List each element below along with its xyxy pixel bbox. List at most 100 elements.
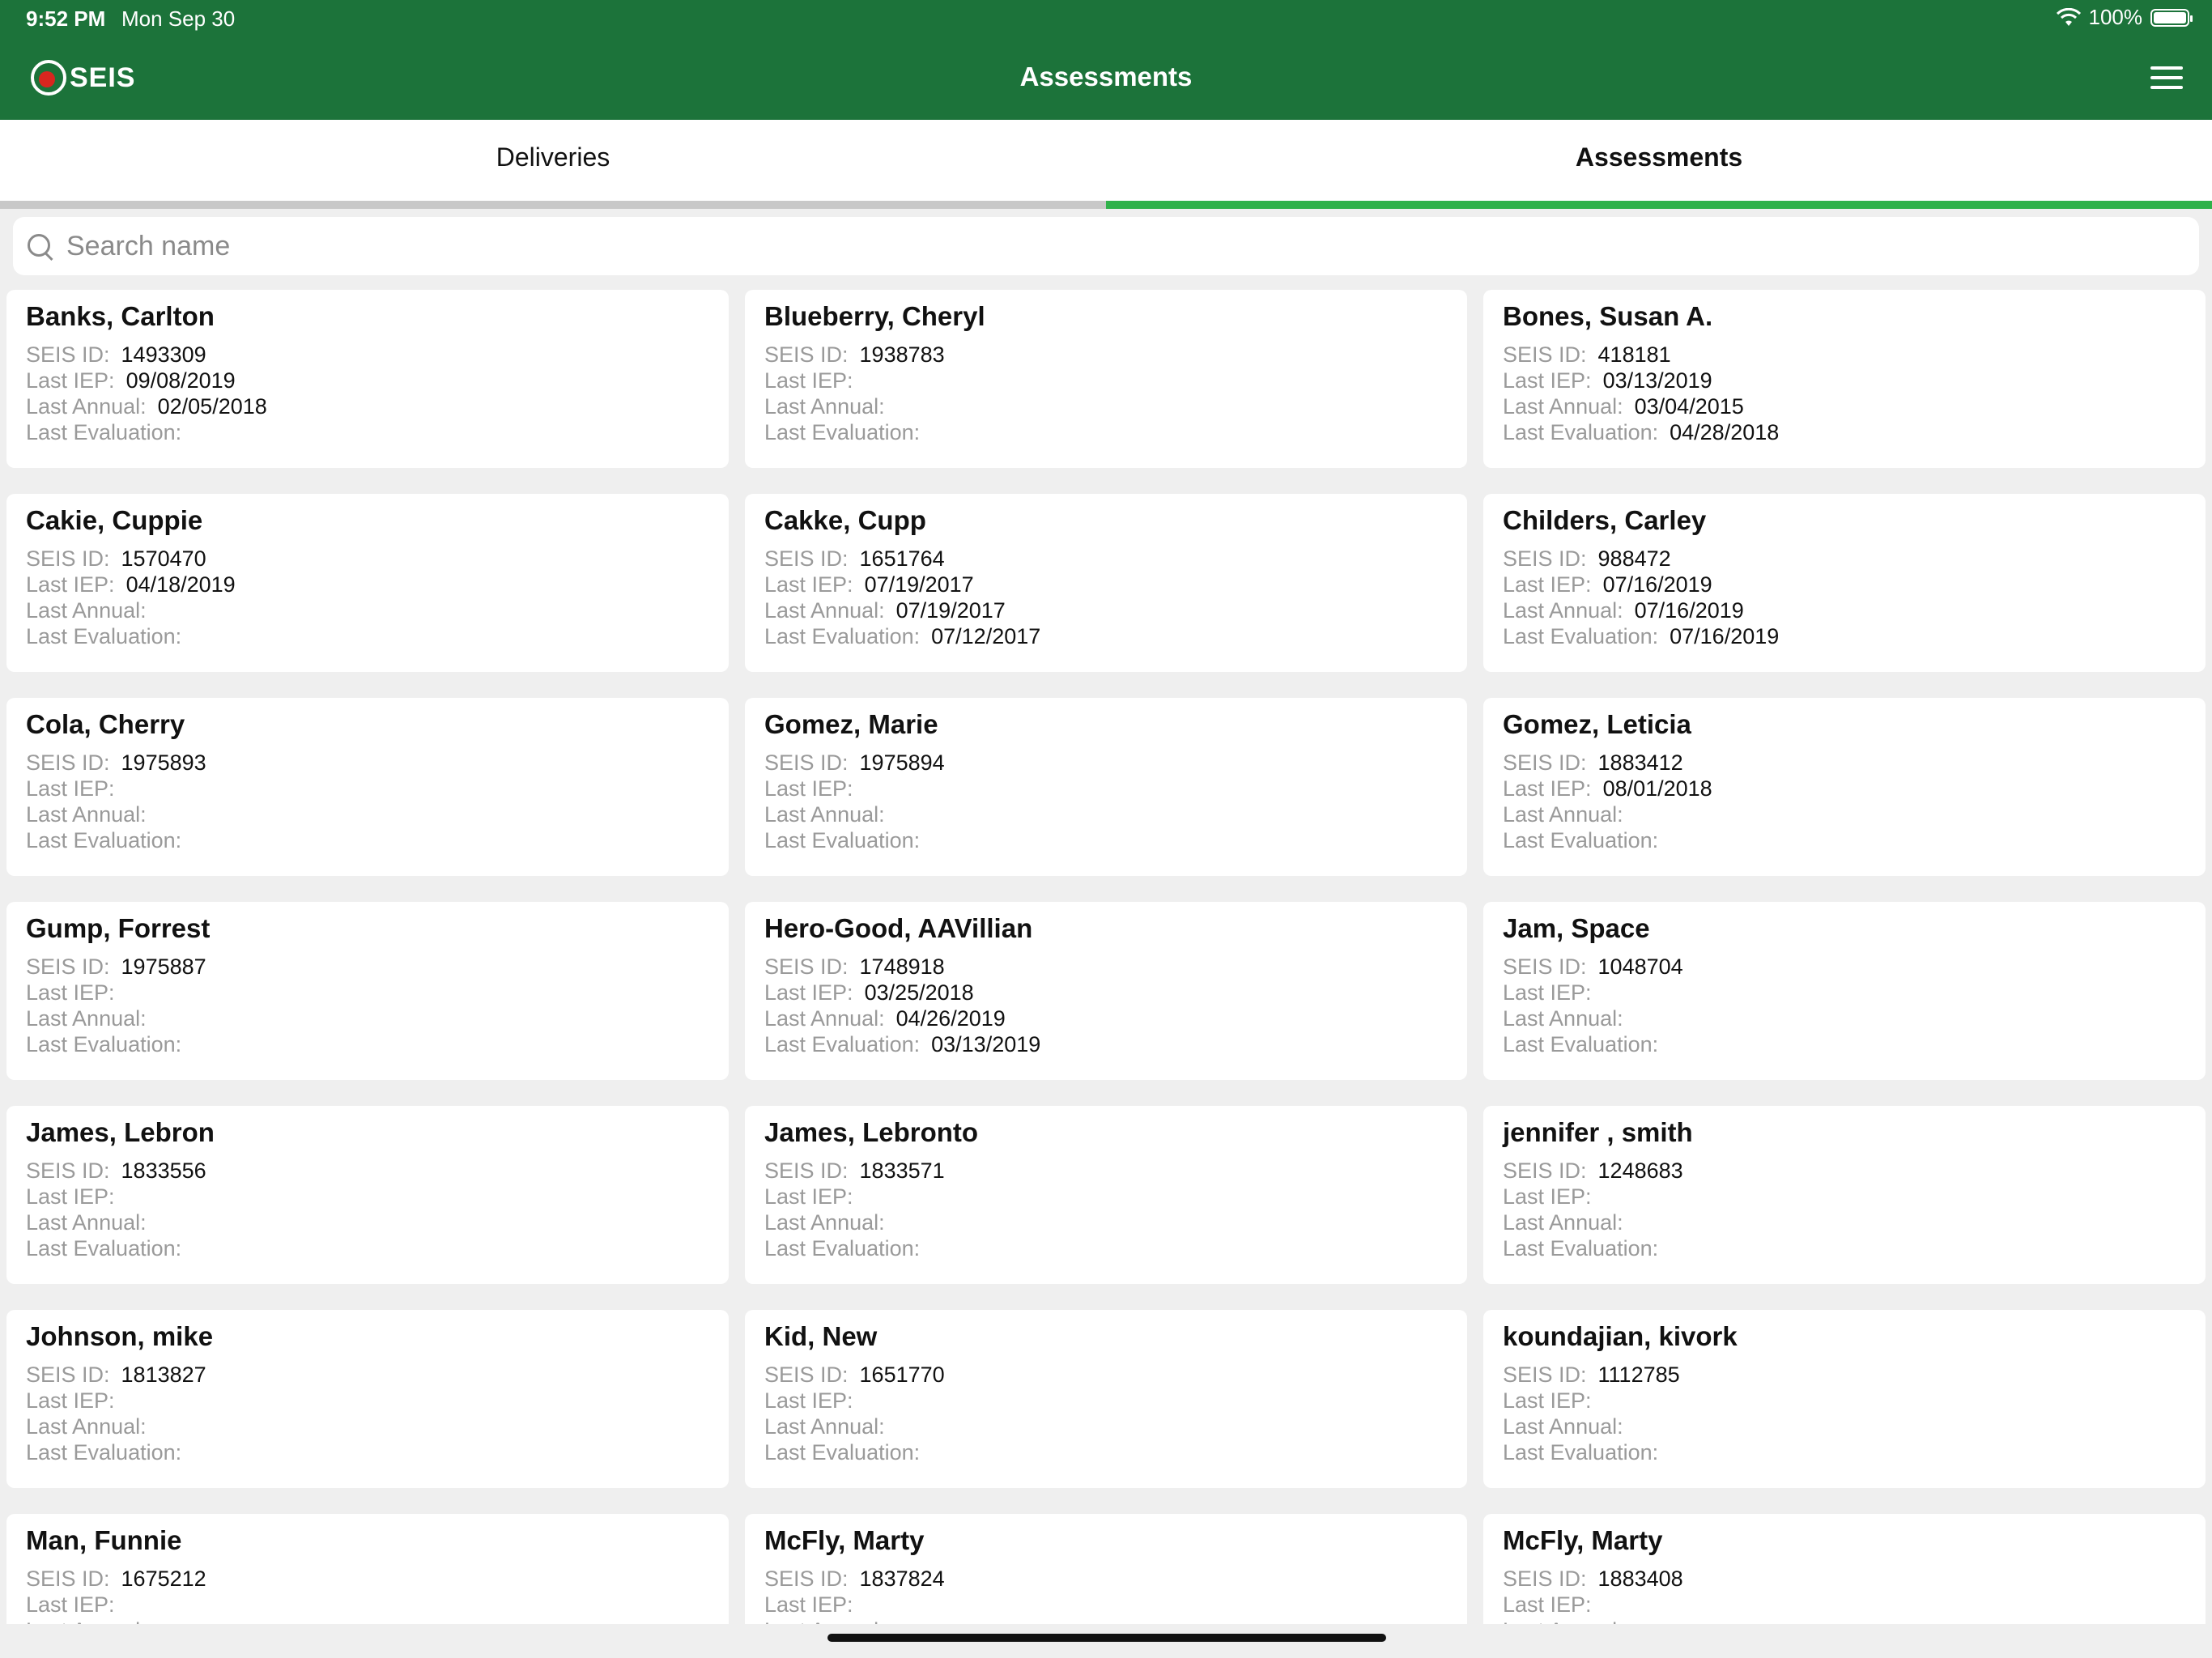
field-label: Last Annual:	[1503, 1618, 1623, 1624]
student-last-iep-row: Last IEP:	[764, 776, 1448, 801]
student-card[interactable]: Childers, Carley SEIS ID: 988472 Last IEP: 0…	[1483, 494, 2206, 672]
student-last-iep-row: Last IEP:	[1503, 1592, 2186, 1618]
student-card[interactable]: Gump, Forrest SEIS ID: 1975887 Last IEP: Las…	[6, 902, 729, 1080]
student-card[interactable]: Banks, Carlton SEIS ID: 1493309 Last IEP: 09…	[6, 290, 729, 468]
home-indicator[interactable]	[827, 1634, 1386, 1642]
student-card[interactable]: Bones, Susan A. SEIS ID: 418181 Last IEP: 03…	[1483, 290, 2206, 468]
field-label: Last Annual:	[1503, 1006, 1623, 1031]
status-time: 9:52 PM	[26, 6, 106, 31]
student-last-annual-row: Last Annual:	[1503, 1209, 2186, 1235]
student-card[interactable]: McFly, Marty SEIS ID: 1883408Last IEP:Last…	[1483, 1514, 2206, 1624]
field-label: SEIS ID:	[764, 750, 849, 775]
field-label: Last IEP:	[26, 1388, 115, 1413]
student-last-annual-row: Last Annual: 07/16/2019	[1503, 597, 2186, 623]
field-label: Last Evaluation:	[1503, 1032, 1659, 1056]
hamburger-menu-icon[interactable]	[2150, 66, 2183, 89]
field-label: SEIS ID:	[1503, 750, 1587, 775]
tab-assessments[interactable]: Assessments	[1106, 120, 2212, 209]
student-last-annual-row: Last Annual:	[26, 1209, 709, 1235]
student-seis-id-row: SEIS ID: 1248683	[1503, 1158, 2186, 1184]
field-value: 1112785	[1597, 1363, 1680, 1387]
student-name: Bones, Susan A.	[1503, 301, 1713, 331]
student-last-iep-row: Last IEP: 07/16/2019	[1503, 572, 2186, 597]
field-label: SEIS ID:	[1503, 1363, 1587, 1387]
student-name: Childers, Carley	[1503, 505, 1707, 535]
student-last-iep-row: Last IEP:	[1503, 980, 2186, 1005]
student-last-eval-row: Last Evaluation:	[1503, 1031, 2186, 1057]
student-seis-id-row: SEIS ID: 1975887	[26, 954, 709, 980]
field-value: 07/16/2019	[1602, 572, 1712, 597]
tab-deliveries[interactable]: Deliveries	[0, 120, 1106, 209]
student-card[interactable]: James, Lebron SEIS ID: 1833556 Last IEP: Las…	[6, 1106, 729, 1284]
student-card[interactable]: McFly, Marty SEIS ID: 1837824Last IEP:Last…	[745, 1514, 1467, 1624]
search-bar	[13, 217, 2199, 275]
field-value: 03/25/2018	[864, 980, 974, 1005]
student-name: Banks, Carlton	[26, 301, 215, 331]
field-label: Last Annual:	[1503, 1210, 1623, 1235]
student-name: Jam, Space	[1503, 913, 1650, 943]
student-last-eval-row: Last Evaluation:	[1503, 827, 2186, 853]
student-last-iep-row: Last IEP:	[26, 980, 709, 1005]
student-last-eval-row: Last Evaluation:	[1503, 1439, 2186, 1465]
field-label: SEIS ID:	[26, 750, 110, 775]
student-last-iep-row: Last IEP:	[1503, 1388, 2186, 1414]
field-value: 07/19/2017	[895, 598, 1006, 623]
search-input[interactable]	[66, 230, 2091, 262]
field-label: Last Evaluation:	[26, 1236, 182, 1261]
student-seis-id-row: SEIS ID: 1675212	[26, 1566, 709, 1592]
student-card[interactable]: Hero-Good, AAVillian SEIS ID: 1748918 Last …	[745, 902, 1467, 1080]
student-card[interactable]: Johnson, mike SEIS ID: 1813827 Last IEP: Las…	[6, 1310, 729, 1488]
student-card[interactable]: Kid, New SEIS ID: 1651770 Last IEP: Last Ann…	[745, 1310, 1467, 1488]
field-label: SEIS ID:	[764, 342, 849, 367]
student-seis-id-row: SEIS ID: 1938783	[764, 342, 1448, 368]
field-value: 1675212	[121, 1567, 206, 1591]
field-value: 1883412	[1597, 750, 1683, 775]
student-card[interactable]: koundajian, kivork SEIS ID: 1112785 Last IE…	[1483, 1310, 2206, 1488]
student-seis-id-row: SEIS ID: 1883412	[1503, 750, 2186, 776]
battery-percent: 100%	[2088, 5, 2143, 29]
student-last-iep-row: Last IEP: 04/18/2019	[26, 572, 709, 597]
field-label: Last Annual:	[26, 802, 147, 827]
student-last-annual-row: Last Annual:	[1503, 801, 2186, 827]
student-seis-id-row: SEIS ID: 1651764	[764, 546, 1448, 572]
student-card[interactable]: jennifer , smith SEIS ID: 1248683 Last IEP:…	[1483, 1106, 2206, 1284]
student-last-annual-row: Last Annual:	[764, 1414, 1448, 1439]
student-last-annual-row: Last Annual:	[1503, 1414, 2186, 1439]
field-value: 1748918	[859, 954, 945, 979]
student-card[interactable]: Gomez, Leticia SEIS ID: 1883412 Last IEP: 08…	[1483, 698, 2206, 876]
student-last-annual-row: Last Annual:	[26, 801, 709, 827]
student-seis-id-row: SEIS ID: 1651770	[764, 1362, 1448, 1388]
field-label: Last Evaluation:	[26, 1032, 182, 1056]
field-value: 1833571	[859, 1158, 945, 1183]
student-last-eval-row: Last Evaluation:	[26, 1031, 709, 1057]
student-last-iep-row: Last IEP:	[764, 368, 1448, 393]
field-label: SEIS ID:	[764, 954, 849, 979]
field-value: 1975893	[121, 750, 206, 775]
field-value: 1975894	[859, 750, 945, 775]
student-last-iep-row: Last IEP: 03/13/2019	[1503, 368, 2186, 393]
student-card[interactable]: Cakie, Cuppie SEIS ID: 1570470 Last IEP: 04/…	[6, 494, 729, 672]
field-value: 1651770	[859, 1363, 945, 1387]
field-label: SEIS ID:	[1503, 1158, 1587, 1183]
student-card[interactable]: Blueberry, Cheryl SEIS ID: 1938783 Last IEP…	[745, 290, 1467, 468]
student-card[interactable]: James, Lebronto SEIS ID: 1833571 Last IEP: L…	[745, 1106, 1467, 1284]
student-card[interactable]: Jam, Space SEIS ID: 1048704 Last IEP: Last A…	[1483, 902, 2206, 1080]
student-last-eval-row: Last Evaluation: 04/28/2018	[1503, 419, 2186, 445]
student-card[interactable]: Gomez, Marie SEIS ID: 1975894 Last IEP: Last…	[745, 698, 1467, 876]
student-seis-id-row: SEIS ID: 418181	[1503, 342, 2186, 368]
field-label: Last Evaluation:	[764, 828, 921, 852]
student-seis-id-row: SEIS ID: 988472	[1503, 546, 2186, 572]
field-label: Last IEP:	[1503, 368, 1592, 393]
student-card[interactable]: Man, Funnie SEIS ID: 1675212Last IEP:Last …	[6, 1514, 729, 1624]
field-label: SEIS ID:	[26, 1363, 110, 1387]
field-label: Last Evaluation:	[26, 420, 182, 444]
student-last-iep-row: Last IEP: 08/01/2018	[1503, 776, 2186, 801]
field-value: 418181	[1597, 342, 1671, 367]
student-card[interactable]: Cakke, Cupp SEIS ID: 1651764 Last IEP: 07/19…	[745, 494, 1467, 672]
field-value: 04/26/2019	[895, 1006, 1006, 1031]
student-last-annual-row: Last Annual:	[764, 393, 1448, 419]
student-seis-id-row: SEIS ID: 1570470	[26, 546, 709, 572]
student-last-eval-row: Last Evaluation:	[764, 827, 1448, 853]
student-card[interactable]: Cola, Cherry SEIS ID: 1975893 Last IEP: Last…	[6, 698, 729, 876]
tab-bar: Deliveries Assessments	[0, 120, 2212, 209]
